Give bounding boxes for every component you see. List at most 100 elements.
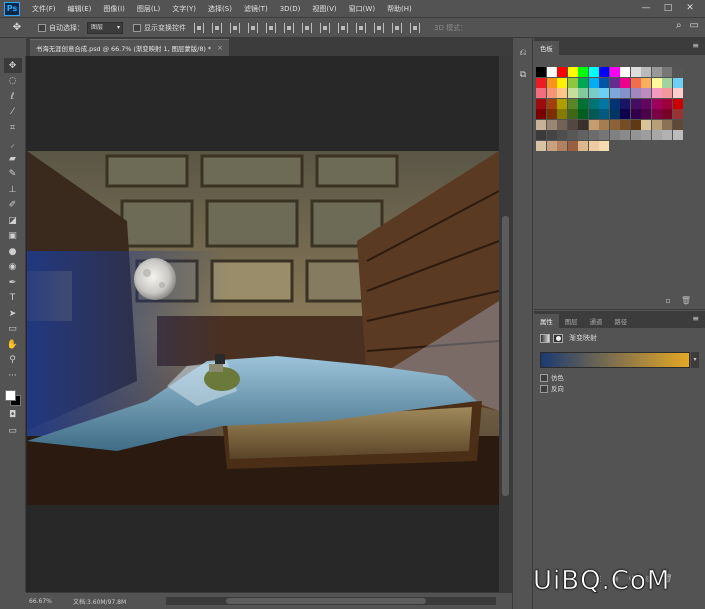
- lasso-tool-icon[interactable]: ℓ: [4, 89, 22, 104]
- history-brush-tool-icon[interactable]: ✐: [4, 198, 22, 213]
- auto-select-dropdown[interactable]: 图层: [87, 21, 123, 34]
- align-vcenter-icon[interactable]: [212, 22, 222, 33]
- gradient-dropdown-icon[interactable]: ▾: [691, 352, 699, 368]
- vertical-scroll-thumb[interactable]: [502, 216, 509, 496]
- delete-swatch-icon[interactable]: 🗑: [681, 296, 691, 305]
- color-swatch[interactable]: [557, 98, 567, 109]
- color-swatch[interactable]: [641, 119, 651, 130]
- color-swatch[interactable]: [609, 119, 620, 130]
- panel-menu-icon[interactable]: ≡: [692, 41, 699, 50]
- color-swatch[interactable]: [609, 130, 620, 140]
- color-swatch[interactable]: [620, 130, 630, 140]
- color-swatch[interactable]: [567, 98, 578, 109]
- color-swatch[interactable]: [557, 140, 567, 151]
- rectangle-tool-icon[interactable]: ▭: [4, 322, 22, 337]
- color-swatch[interactable]: [536, 119, 546, 130]
- color-swatch[interactable]: [672, 77, 683, 88]
- color-swatch[interactable]: [630, 119, 641, 130]
- menu-select[interactable]: 选择(S): [202, 4, 238, 14]
- color-swatch[interactable]: [641, 130, 651, 140]
- menu-help[interactable]: 帮助(H): [381, 4, 418, 14]
- color-swatch[interactable]: [546, 140, 557, 151]
- align-bottom-icon[interactable]: [230, 22, 240, 33]
- menu-filter[interactable]: 滤镜(T): [238, 4, 274, 14]
- screen-mode-icon[interactable]: ▭: [4, 423, 22, 438]
- tab-channels[interactable]: 通道: [584, 314, 609, 328]
- color-swatch[interactable]: [557, 88, 567, 98]
- color-swatch[interactable]: [672, 109, 683, 119]
- color-swatch[interactable]: [630, 88, 641, 98]
- path-selection-tool-icon[interactable]: ➤: [4, 306, 22, 321]
- foreground-color[interactable]: [4, 389, 16, 401]
- color-swatch[interactable]: [662, 119, 672, 130]
- search-icon[interactable]: ⌕: [676, 20, 682, 31]
- layer-mask-icon[interactable]: [553, 333, 563, 343]
- color-swatch[interactable]: [567, 109, 578, 119]
- color-swatch[interactable]: [567, 67, 578, 77]
- color-swatch[interactable]: [546, 67, 557, 77]
- color-swatch[interactable]: [578, 77, 588, 88]
- color-swatch[interactable]: [536, 67, 546, 77]
- align-left-icon[interactable]: [248, 22, 258, 33]
- gradient-tool-icon[interactable]: ▣: [4, 229, 22, 244]
- hand-tool-icon[interactable]: ✋: [4, 337, 22, 352]
- color-swatch[interactable]: [546, 88, 557, 98]
- color-swatch[interactable]: [630, 77, 641, 88]
- type-tool-icon[interactable]: T: [4, 291, 22, 306]
- tab-swatches[interactable]: 色板: [534, 41, 559, 55]
- close-tab-icon[interactable]: ×: [217, 44, 223, 52]
- color-swatch[interactable]: [662, 67, 672, 77]
- eyedropper-tool-icon[interactable]: ⸝: [4, 136, 22, 151]
- color-swatch[interactable]: [662, 109, 672, 119]
- color-swatch[interactable]: [536, 88, 546, 98]
- menu-view[interactable]: 视图(V): [306, 4, 342, 14]
- color-swatch[interactable]: [557, 109, 567, 119]
- clone-stamp-tool-icon[interactable]: ⊥: [4, 182, 22, 197]
- dither-checkbox[interactable]: [540, 373, 548, 382]
- distribute-hcenter-icon[interactable]: [374, 22, 384, 33]
- distribute-vcenter-icon[interactable]: [320, 22, 330, 33]
- color-swatch[interactable]: [620, 119, 630, 130]
- color-swatch[interactable]: [588, 130, 599, 140]
- dodge-tool-icon[interactable]: ◉: [4, 260, 22, 275]
- menu-3d[interactable]: 3D(D): [274, 5, 307, 13]
- color-swatch[interactable]: [546, 77, 557, 88]
- color-swatch[interactable]: [630, 67, 641, 77]
- color-swatch[interactable]: [662, 77, 672, 88]
- color-swatch[interactable]: [672, 98, 683, 109]
- quick-mask-icon[interactable]: ◘: [4, 408, 22, 423]
- maximize-button[interactable]: □: [662, 2, 674, 14]
- color-swatch[interactable]: [588, 98, 599, 109]
- menu-window[interactable]: 窗口(W): [343, 4, 381, 14]
- show-transform-option[interactable]: 显示变换控件: [133, 23, 186, 33]
- menu-image[interactable]: 图像(I): [97, 4, 131, 14]
- color-swatch[interactable]: [672, 130, 683, 140]
- color-swatch[interactable]: [599, 119, 609, 130]
- color-swatch[interactable]: [536, 98, 546, 109]
- color-swatch[interactable]: [651, 88, 662, 98]
- color-swatch[interactable]: [599, 67, 609, 77]
- color-swatch[interactable]: [536, 77, 546, 88]
- color-swatch[interactable]: [536, 130, 546, 140]
- color-swatch[interactable]: [578, 140, 588, 151]
- color-swatches[interactable]: [3, 388, 23, 408]
- document-canvas-image[interactable]: [27, 151, 499, 505]
- color-swatch[interactable]: [557, 67, 567, 77]
- workspace-icon[interactable]: ▭: [690, 20, 699, 31]
- magic-wand-tool-icon[interactable]: ⁄: [4, 105, 22, 120]
- color-swatch[interactable]: [609, 88, 620, 98]
- color-swatch[interactable]: [620, 88, 630, 98]
- color-swatch[interactable]: [651, 77, 662, 88]
- color-swatch[interactable]: [599, 98, 609, 109]
- color-swatch[interactable]: [620, 77, 630, 88]
- color-swatch[interactable]: [536, 140, 546, 151]
- color-swatch[interactable]: [641, 109, 651, 119]
- menu-type[interactable]: 文字(Y): [166, 4, 202, 14]
- color-swatch[interactable]: [609, 77, 620, 88]
- color-swatch[interactable]: [641, 67, 651, 77]
- color-swatch[interactable]: [557, 77, 567, 88]
- properties-panel-icon[interactable]: ⧉: [517, 70, 529, 82]
- color-swatch[interactable]: [578, 119, 588, 130]
- color-swatch[interactable]: [588, 67, 599, 77]
- align-right-icon[interactable]: [284, 22, 294, 33]
